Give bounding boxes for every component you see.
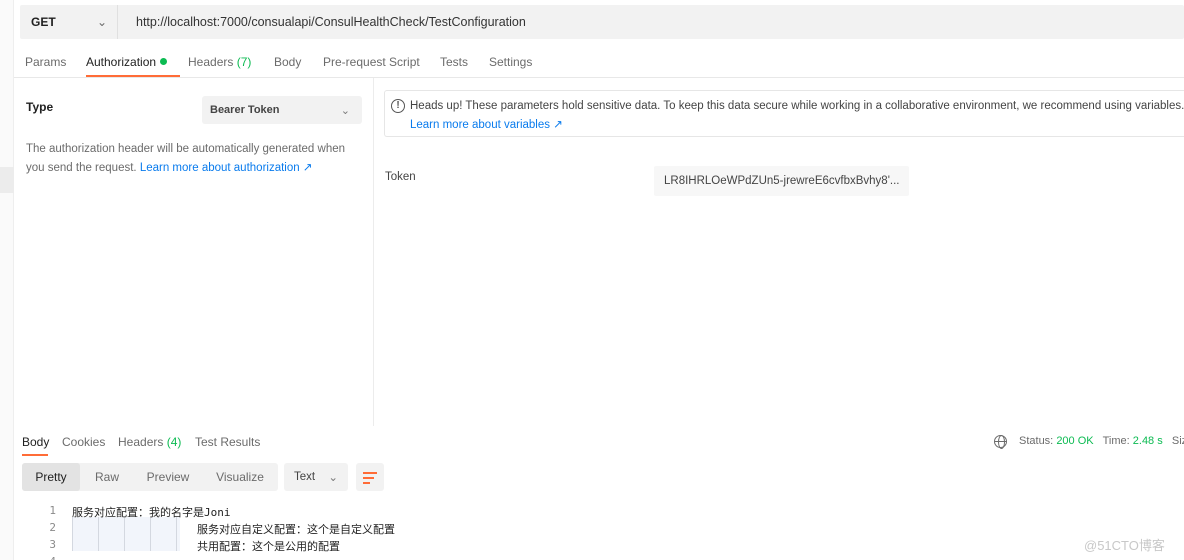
auth-description: The authorization header will be automat… bbox=[26, 143, 346, 174]
url-bar: GET ⌄ http://localhost:7000/consualapi/C… bbox=[20, 5, 1184, 39]
status-code[interactable]: 200 OK bbox=[1056, 435, 1093, 447]
auth-type-select[interactable]: Bearer Token ⌄ bbox=[202, 96, 362, 124]
auth-type-value: Bearer Token bbox=[210, 104, 280, 116]
chevron-down-icon: ⌄ bbox=[96, 15, 107, 29]
response-time[interactable]: 2.48 s bbox=[1133, 435, 1163, 447]
line-number: 3 bbox=[49, 538, 56, 551]
tab-pre-request-script[interactable]: Pre-request Script bbox=[323, 55, 420, 69]
sensitive-data-alert: ! Heads up! These parameters hold sensit… bbox=[384, 90, 1184, 137]
learn-more-variables-link[interactable]: Learn more about variables ↗ bbox=[410, 117, 563, 131]
line-number: 2 bbox=[49, 521, 56, 534]
response-body[interactable]: 1 服务对应配置：我的名字是Joni 2 服务对应自定义配置：这个是自定义配置 … bbox=[14, 500, 1184, 560]
indent-guides bbox=[72, 517, 180, 551]
sidebar-highlight bbox=[0, 167, 14, 193]
token-input[interactable]: LR8IHRLOeWPdZUn5-jrewreE6cvfbxBvhy8'... bbox=[654, 166, 909, 196]
code-line: 服务对应自定义配置：这个是自定义配置 bbox=[197, 523, 395, 536]
method-label: GET bbox=[31, 15, 56, 29]
response-size-label[interactable]: Size: bbox=[1172, 435, 1184, 447]
format-value: Text bbox=[294, 471, 316, 483]
tab-tests[interactable]: Tests bbox=[440, 55, 468, 69]
tab-authorization[interactable]: Authorization bbox=[86, 55, 168, 69]
view-visualize-button[interactable]: Visualize bbox=[202, 463, 278, 491]
active-tab-underline bbox=[86, 75, 180, 77]
globe-icon[interactable] bbox=[994, 435, 1007, 449]
view-mode-group: Pretty Raw Preview Visualize bbox=[22, 463, 278, 491]
method-select[interactable]: GET ⌄ bbox=[20, 5, 118, 39]
url-input[interactable]: http://localhost:7000/consualapi/ConsulH… bbox=[118, 15, 526, 29]
request-tabs: Params Authorization Headers (7) Body Pr… bbox=[14, 46, 1184, 78]
response-tab-test-results[interactable]: Test Results bbox=[195, 435, 260, 449]
tab-settings[interactable]: Settings bbox=[489, 55, 532, 69]
response-tab-headers[interactable]: Headers (4) bbox=[118, 435, 181, 449]
watermark: @51CTO博客 bbox=[1084, 538, 1165, 553]
code-line: 服务对应配置：我的名字是Joni bbox=[72, 506, 231, 519]
chevron-down-icon: ⌄ bbox=[340, 104, 350, 117]
token-label: Token bbox=[385, 171, 416, 183]
response-status: Status: 200 OK Time: 2.48 s Size: bbox=[1019, 435, 1184, 447]
chevron-down-icon: ⌄ bbox=[328, 472, 338, 484]
response-tab-body[interactable]: Body bbox=[22, 435, 49, 449]
auth-type-panel: Type Bearer Token ⌄ The authorization he… bbox=[14, 78, 374, 426]
alert-message: Heads up! These parameters hold sensitiv… bbox=[410, 100, 1184, 112]
status-dot-icon bbox=[160, 58, 168, 65]
learn-more-authorization-link[interactable]: Learn more about authorization ↗ bbox=[140, 162, 313, 174]
response-tabs: Body Cookies Headers (4) Test Results bbox=[14, 430, 1184, 456]
left-sidebar-strip bbox=[0, 0, 14, 560]
type-label: Type bbox=[26, 100, 54, 114]
view-raw-button[interactable]: Raw bbox=[80, 463, 134, 491]
active-response-tab-underline bbox=[22, 454, 48, 456]
tab-params[interactable]: Params bbox=[25, 55, 66, 69]
code-line: 共用配置：这个是公用的配置 bbox=[197, 540, 340, 553]
wrap-lines-button[interactable] bbox=[356, 463, 384, 491]
response-tab-cookies[interactable]: Cookies bbox=[62, 435, 105, 449]
info-icon: ! bbox=[391, 99, 405, 113]
wrap-lines-icon bbox=[363, 472, 377, 474]
tab-headers[interactable]: Headers (7) bbox=[188, 55, 251, 69]
view-pretty-button[interactable]: Pretty bbox=[22, 463, 80, 491]
tab-body[interactable]: Body bbox=[274, 55, 301, 69]
view-preview-button[interactable]: Preview bbox=[134, 463, 202, 491]
line-number: 1 bbox=[49, 504, 56, 517]
format-select[interactable]: Text ⌄ bbox=[284, 463, 348, 491]
line-number: 4 bbox=[48, 555, 56, 560]
